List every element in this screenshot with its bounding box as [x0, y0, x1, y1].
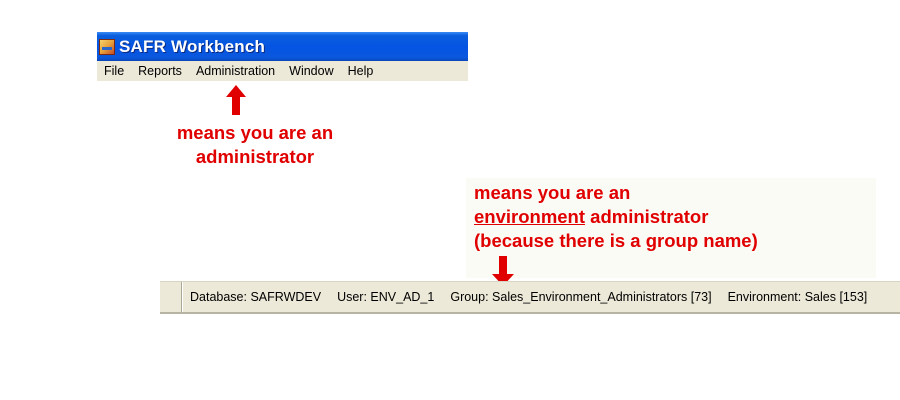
env-admin-annotation-line2-rest: administrator	[585, 206, 709, 227]
env-admin-annotation: means you are an environment administrat…	[474, 181, 758, 253]
safr-workbench-window: SAFR Workbench File Reports Administrati…	[97, 32, 468, 81]
env-admin-annotation-line2: environment administrator	[474, 205, 758, 229]
admin-annotation: means you are an administrator	[160, 121, 350, 169]
menu-bar: File Reports Administration Window Help	[97, 61, 468, 81]
admin-annotation-line1: means you are an	[176, 122, 334, 143]
title-bar[interactable]: SAFR Workbench	[97, 32, 468, 61]
env-admin-annotation-line3: (because there is a group name)	[474, 230, 758, 251]
menu-administration[interactable]: Administration	[189, 64, 282, 78]
status-group: Group: Sales_Environment_Administrators …	[450, 290, 712, 304]
menu-help[interactable]: Help	[341, 64, 381, 78]
menu-file[interactable]: File	[97, 64, 131, 78]
env-admin-annotation-box: means you are an environment administrat…	[466, 178, 876, 278]
status-environment: Environment: Sales [153]	[727, 290, 868, 304]
status-database: Database: SAFRWDEV	[190, 290, 322, 304]
menu-reports[interactable]: Reports	[131, 64, 189, 78]
status-user: User: ENV_AD_1	[337, 290, 435, 304]
status-bar: Database: SAFRWDEV User: ENV_AD_1 Group:…	[160, 281, 900, 314]
env-admin-annotation-line1: means you are an	[474, 182, 631, 203]
status-bar-grip	[160, 282, 182, 312]
menu-window[interactable]: Window	[282, 64, 340, 78]
window-title: SAFR Workbench	[119, 36, 266, 56]
env-admin-annotation-emphasis: environment	[474, 206, 586, 227]
safr-app-icon[interactable]	[99, 38, 115, 55]
arrow-up-icon	[226, 85, 246, 115]
admin-annotation-line2: administrator	[195, 146, 315, 167]
